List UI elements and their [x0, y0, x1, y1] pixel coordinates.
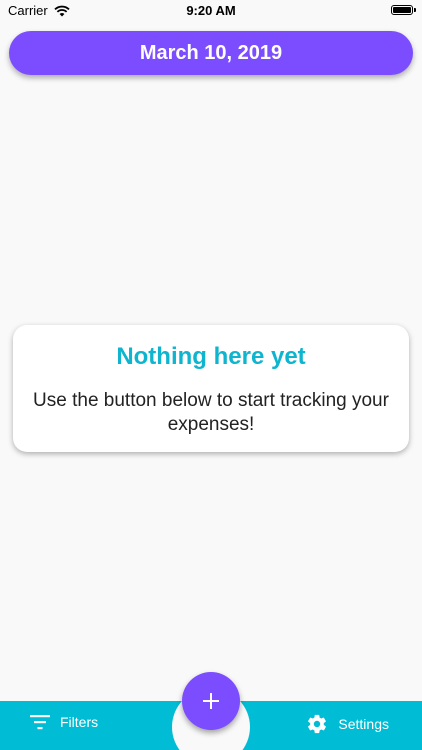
filters-label: Filters: [60, 714, 99, 730]
plus-icon: [203, 693, 219, 709]
empty-state-card: Nothing here yet Use the button below to…: [13, 325, 409, 452]
empty-state-message: Use the button below to start tracking y…: [33, 390, 389, 435]
date-label: March 10, 2019: [139, 41, 283, 64]
app-screen: Carrier 9:20 AM March 10, 2019 Nothing h…: [0, 0, 422, 750]
battery-cap: [414, 8, 416, 12]
settings-button[interactable]: Settings: [306, 713, 389, 735]
date-selector-button[interactable]: March 10, 2019: [9, 31, 413, 75]
filter-icon: [30, 715, 50, 730]
filters-button[interactable]: Filters: [30, 714, 98, 730]
empty-state-title: Nothing here yet: [116, 343, 306, 370]
battery-level: [393, 7, 411, 13]
add-expense-button[interactable]: [182, 672, 240, 730]
status-time: 9:20 AM: [186, 3, 236, 18]
battery-icon: [391, 5, 413, 15]
settings-label: Settings: [338, 716, 389, 732]
status-bar: Carrier 9:20 AM: [0, 0, 422, 24]
gear-icon: [308, 714, 327, 734]
